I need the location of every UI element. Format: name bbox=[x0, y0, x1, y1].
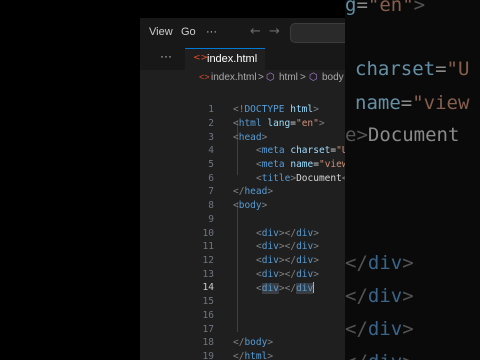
zoom-line-div: </div> bbox=[345, 318, 414, 340]
tab-overflow-button[interactable]: ··· bbox=[160, 49, 172, 63]
text-cursor bbox=[313, 282, 315, 293]
forward-arrow-icon[interactable]: → bbox=[269, 24, 280, 39]
line-number: 2 bbox=[208, 118, 214, 129]
code-line-meta-viewport[interactable]: <meta name="view bbox=[256, 159, 345, 170]
selection-highlight: div bbox=[296, 283, 314, 294]
code-line-html-open[interactable]: <html lang="en"> bbox=[233, 118, 325, 129]
line-number: 18 bbox=[202, 337, 214, 348]
zoomed-code-overlay: g="en"> charset="U name="view e>Document… bbox=[345, 0, 480, 360]
line-number: 3 bbox=[208, 132, 214, 143]
back-arrow-icon[interactable]: ← bbox=[250, 24, 261, 39]
menu-view[interactable]: View bbox=[149, 26, 173, 38]
line-number: 15 bbox=[202, 296, 214, 307]
line-number: 12 bbox=[202, 255, 214, 266]
zoom-line-div: </div> bbox=[345, 351, 414, 360]
zoom-line-lang: g="en"> bbox=[345, 0, 426, 16]
line-number: 11 bbox=[202, 241, 214, 252]
line-number: 4 bbox=[208, 145, 214, 156]
code-line-div[interactable]: <div></div> bbox=[256, 255, 319, 266]
code-line-doctype[interactable]: <!DOCTYPE html> bbox=[233, 104, 319, 115]
zoom-line-div: </div> bbox=[345, 285, 414, 307]
breadcrumb: <> index.html > ⬡ html > ⬡ body bbox=[140, 70, 345, 86]
breadcrumb-html[interactable]: html bbox=[279, 72, 298, 83]
code-line-div[interactable]: <div></div> bbox=[256, 228, 319, 239]
menu-go[interactable]: Go bbox=[181, 26, 196, 38]
indent-guide bbox=[237, 202, 238, 332]
tab-bar: ··· <> index.html bbox=[140, 48, 345, 70]
line-number: 10 bbox=[202, 228, 214, 239]
zoom-line-charset: charset="U bbox=[355, 58, 470, 80]
code-line-title[interactable]: <title>Document< bbox=[256, 173, 345, 184]
left-dark-area bbox=[0, 20, 140, 360]
line-number: 16 bbox=[202, 310, 214, 321]
code-line-div-active[interactable]: <div></div bbox=[256, 282, 315, 294]
code-line-body-close[interactable]: </body> bbox=[233, 337, 273, 348]
line-number: 1 bbox=[208, 104, 214, 115]
code-line-head-close[interactable]: </head> bbox=[233, 186, 273, 197]
line-number: 5 bbox=[208, 159, 214, 170]
code-line-meta-charset[interactable]: <meta charset="U bbox=[256, 145, 345, 156]
zoom-line-title: e>Document bbox=[345, 124, 460, 146]
code-editor[interactable]: 1 2 3 4 5 6 7 8 9 10 11 12 13 14 15 16 1… bbox=[140, 86, 345, 360]
zoom-line-div: </div> bbox=[345, 252, 414, 274]
code-line-head-open[interactable]: <head> bbox=[233, 132, 267, 143]
tab-index-html[interactable]: <> index.html bbox=[185, 48, 265, 70]
breadcrumb-file[interactable]: index.html bbox=[211, 72, 257, 83]
vscode-window: View Go ··· ← → ··· <> index.html <> ind… bbox=[140, 18, 345, 360]
title-bar: View Go ··· ← → bbox=[140, 18, 345, 48]
breadcrumb-element-icon: ⬡ bbox=[309, 72, 318, 83]
breadcrumb-element-icon: ⬡ bbox=[266, 72, 275, 83]
code-line-body-open[interactable]: <body> bbox=[233, 200, 267, 211]
zoom-line-viewport: name="view bbox=[355, 92, 470, 114]
line-number: 7 bbox=[208, 186, 214, 197]
line-number: 9 bbox=[208, 214, 214, 225]
selection-highlight: div bbox=[261, 283, 279, 294]
code-line-html-close[interactable]: </html> bbox=[233, 351, 273, 360]
line-number: 19 bbox=[202, 351, 214, 360]
code-line-div[interactable]: <div></div> bbox=[256, 269, 319, 280]
tab-label: index.html bbox=[207, 53, 258, 65]
breadcrumb-body[interactable]: body bbox=[322, 72, 344, 83]
menu-more[interactable]: ··· bbox=[206, 26, 217, 38]
line-number-active: 14 bbox=[202, 282, 214, 293]
command-center-search[interactable] bbox=[290, 23, 345, 43]
line-number: 13 bbox=[202, 269, 214, 280]
code-line-div[interactable]: <div></div> bbox=[256, 241, 319, 252]
line-number: 17 bbox=[202, 324, 214, 335]
breadcrumb-separator: > bbox=[258, 72, 264, 83]
breadcrumb-separator: > bbox=[300, 72, 306, 83]
line-number: 8 bbox=[208, 200, 214, 211]
html-file-icon: <> bbox=[193, 53, 209, 63]
breadcrumb-html-icon: <> bbox=[199, 72, 210, 82]
line-number: 6 bbox=[208, 173, 214, 184]
